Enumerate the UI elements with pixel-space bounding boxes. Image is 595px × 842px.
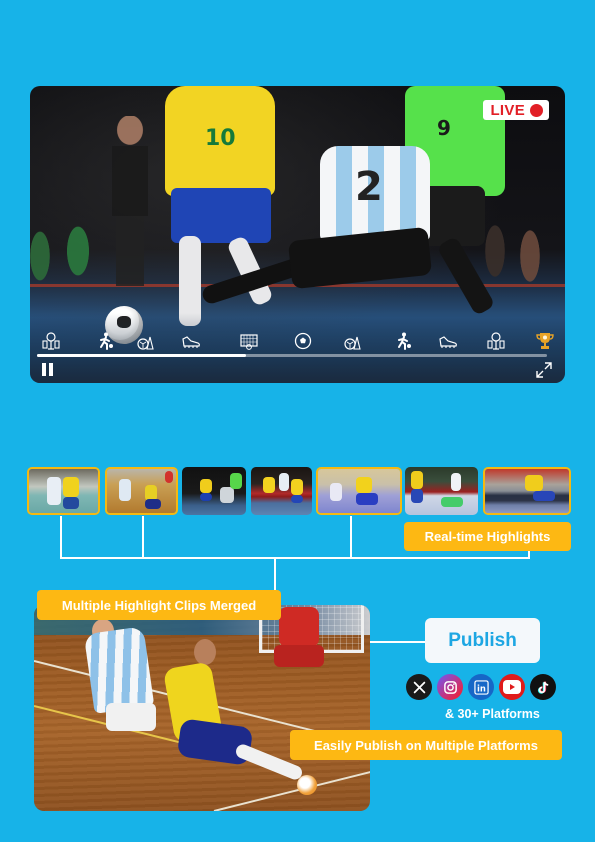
- highlight-thumbnail[interactable]: [483, 467, 571, 515]
- jersey-number: 9: [437, 116, 451, 140]
- player-figure: [411, 489, 423, 503]
- football: [297, 775, 317, 795]
- jersey-number: 10: [205, 126, 236, 151]
- x-twitter-icon[interactable]: [406, 674, 432, 700]
- goal-net-icon[interactable]: [238, 330, 260, 352]
- football-boot-icon[interactable]: [180, 330, 202, 352]
- instagram-icon[interactable]: [437, 674, 463, 700]
- referee-figure: [102, 116, 158, 291]
- player-figure: [145, 499, 161, 509]
- highlight-thumbnail[interactable]: [405, 467, 478, 515]
- player-figure: [525, 475, 543, 491]
- live-label: LIVE: [490, 101, 525, 119]
- connector-line: [370, 641, 426, 643]
- player-figure: [263, 477, 275, 493]
- player-figure: [356, 493, 378, 505]
- youtube-icon[interactable]: [499, 674, 525, 700]
- highlight-thumbnail[interactable]: [105, 467, 178, 515]
- progress-bar[interactable]: [37, 354, 547, 357]
- pause-button[interactable]: [42, 363, 56, 377]
- more-platforms-text: & 30+ Platforms: [445, 707, 540, 721]
- connector-line: [60, 516, 62, 558]
- player-figure: [220, 487, 234, 503]
- publish-button[interactable]: Publish: [425, 618, 540, 663]
- player-figure: [291, 495, 303, 503]
- highlight-thumbnail-strip: [27, 467, 572, 516]
- highlight-thumbnail[interactable]: [182, 467, 246, 515]
- clips-merged-label: Multiple Highlight Clips Merged: [37, 590, 281, 620]
- player-figure: [47, 477, 61, 505]
- live-badge: LIVE: [483, 100, 549, 120]
- player-figure: [533, 491, 555, 501]
- football-icon[interactable]: [292, 330, 314, 352]
- player-white-striped: 2: [200, 146, 450, 326]
- player-figure: [200, 479, 212, 493]
- player-kick-icon[interactable]: [94, 330, 116, 352]
- team-lineup-icon[interactable]: [40, 330, 62, 352]
- live-video-player[interactable]: 9 10 2 LIVE: [30, 86, 565, 383]
- player-figure: [63, 477, 79, 497]
- player-figure: [356, 477, 372, 493]
- jersey-number: 2: [355, 164, 383, 210]
- player-figure: [119, 479, 131, 501]
- connector-line: [60, 557, 530, 559]
- realtime-highlights-label: Real-time Highlights: [404, 522, 571, 551]
- highlight-thumbnail[interactable]: [316, 467, 402, 515]
- player-figure: [165, 471, 173, 483]
- player-figure: [291, 479, 303, 495]
- player-figure: [451, 473, 461, 491]
- live-dot-icon: [530, 103, 543, 117]
- player-figure: [200, 493, 212, 501]
- merged-highlight-clip[interactable]: [34, 605, 370, 811]
- tiktok-icon[interactable]: [530, 674, 556, 700]
- expand-icon: [536, 362, 552, 378]
- highlight-thumbnail[interactable]: [251, 467, 312, 515]
- pause-icon: [49, 363, 53, 376]
- player-figure: [330, 483, 342, 501]
- player-figure: [441, 497, 463, 507]
- team-lineup-icon[interactable]: [485, 330, 507, 352]
- ball-cone-icon[interactable]: [341, 330, 363, 352]
- easily-publish-label: Easily Publish on Multiple Platforms: [290, 730, 562, 760]
- progress-fill: [37, 354, 247, 357]
- player-figure: [411, 471, 423, 489]
- football-boot-icon[interactable]: [437, 330, 459, 352]
- social-platform-icons: in: [406, 674, 556, 700]
- event-marker-strip: [30, 330, 565, 352]
- player-figure: [230, 473, 242, 489]
- player-kick-icon[interactable]: [392, 330, 414, 352]
- trophy-icon[interactable]: [534, 330, 556, 352]
- svg-text:in: in: [477, 683, 486, 693]
- player-figure: [279, 473, 289, 491]
- connector-line: [142, 516, 144, 558]
- ball-cone-icon[interactable]: [134, 330, 156, 352]
- player-figure: [63, 497, 79, 509]
- linkedin-icon[interactable]: in: [468, 674, 494, 700]
- pause-icon: [42, 363, 46, 376]
- connector-line: [350, 516, 352, 558]
- connector-line: [274, 557, 276, 591]
- fullscreen-button[interactable]: [535, 361, 553, 379]
- highlight-thumbnail[interactable]: [27, 467, 100, 515]
